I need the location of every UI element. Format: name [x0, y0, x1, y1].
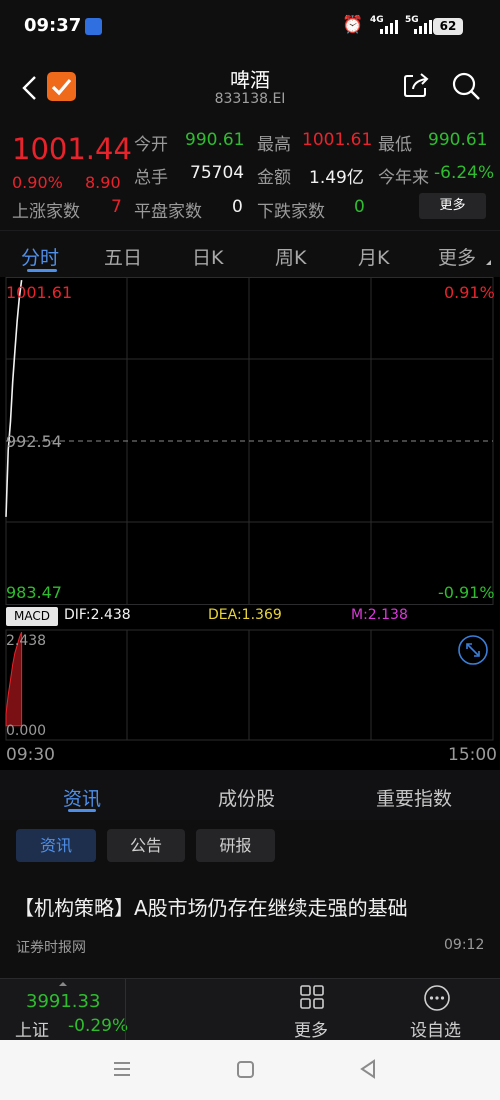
chart-grid [5, 277, 494, 741]
down-count-value: 0 [354, 197, 365, 217]
article-source: 证券时报网 [16, 940, 86, 956]
article-title[interactable]: 【机构策略】A股市场仍存在继续走强的基础 [14, 892, 408, 921]
subtab-research[interactable]: 研报 [196, 829, 275, 862]
low-label: 最低 [378, 135, 412, 155]
more-menu-label[interactable]: 更多 [294, 1016, 328, 1041]
ytd-label: 今年来 [378, 168, 429, 188]
more-dots-icon[interactable] [423, 984, 451, 1012]
more-button[interactable]: 更多 [419, 193, 486, 219]
grid-icon[interactable] [299, 984, 325, 1010]
tab-monthly-k[interactable]: 月K [358, 243, 389, 270]
tab-intraday[interactable]: 分时 [21, 243, 59, 270]
tab-active-indicator [27, 269, 57, 272]
change-percent: 0.90% [12, 173, 63, 192]
tab-news[interactable]: 资讯 [63, 784, 101, 811]
last-price: 1001.44 [12, 132, 132, 166]
intraday-chart[interactable] [0, 277, 500, 770]
open-value: 990.61 [185, 130, 245, 150]
tab-five-day[interactable]: 五日 [104, 243, 142, 270]
subtab-announcements[interactable]: 公告 [107, 829, 185, 862]
macd-indicator-badge[interactable]: MACD [6, 607, 58, 626]
system-navigation-bar [0, 1040, 500, 1100]
caret-icon [486, 260, 491, 265]
system-back-icon[interactable] [358, 1059, 378, 1079]
quote-panel: 1001.44 0.90% 8.90 今开 990.61 最高 1001.61 … [0, 125, 500, 230]
volume-label: 总手 [134, 168, 168, 188]
notification-app-icon [85, 18, 102, 35]
recent-apps-icon[interactable] [113, 1060, 131, 1078]
tab-key-indices[interactable]: 重要指数 [376, 784, 452, 811]
macd-axis-zero: 0.000 [6, 723, 47, 739]
add-watchlist-label[interactable]: 设自选 [410, 1016, 461, 1041]
tab-constituents[interactable]: 成份股 [218, 784, 275, 811]
y-axis-mid: 992.54 [6, 432, 62, 451]
signal-icon [380, 18, 398, 34]
amount-label: 金额 [257, 168, 291, 188]
share-icon[interactable] [401, 70, 431, 100]
high-label: 最高 [257, 135, 291, 155]
index-value[interactable]: 3991.33 [26, 991, 100, 1012]
search-icon[interactable] [450, 70, 482, 102]
news-panel: 资讯 公告 研报 【机构策略】A股市场仍存在继续走强的基础 证券时报网 09:1… [0, 820, 500, 978]
tab-more[interactable]: 更多 [438, 243, 476, 270]
article-time: 09:12 [444, 937, 485, 953]
bottom-bar: 3991.33 上证 -0.29% 更多 设自选 [0, 978, 500, 1041]
index-name[interactable]: 上证 [15, 1016, 49, 1041]
period-tabs: 分时 五日 日K 周K 月K 更多 [0, 230, 500, 277]
tab-weekly-k[interactable]: 周K [275, 243, 306, 270]
down-count-label: 下跌家数 [257, 202, 325, 222]
macd-dea: DEA:1.369 [208, 607, 282, 623]
up-count-value: 7 [111, 197, 122, 217]
home-icon[interactable] [237, 1061, 254, 1078]
header: 啤酒 833138.EI [0, 55, 500, 125]
high-value: 1001.61 [302, 130, 373, 150]
tab-daily-k[interactable]: 日K [192, 243, 223, 270]
news-tabs: 资讯 成份股 重要指数 [0, 770, 500, 820]
time-axis-end: 15:00 [448, 745, 497, 765]
battery-icon: 62 [433, 18, 463, 35]
low-value: 990.61 [428, 130, 488, 150]
time-axis-start: 09:30 [6, 745, 55, 765]
status-bar: 09:37 ⏰ 4G 5G 62 [0, 0, 500, 55]
up-count-label: 上涨家数 [12, 202, 80, 222]
macd-m: M:2.138 [351, 607, 408, 623]
index-change[interactable]: -0.29% [68, 1016, 128, 1036]
signal-icon-2 [414, 18, 432, 34]
change-value: 8.90 [85, 173, 121, 192]
y-axis-max: 1001.61 [6, 283, 73, 302]
macd-dif: DIF:2.438 [64, 607, 131, 623]
pct-axis-max: 0.91% [444, 283, 495, 302]
news-tab-indicator [68, 809, 96, 812]
expand-caret-icon[interactable] [59, 982, 67, 986]
open-label: 今开 [134, 135, 168, 155]
amount-value: 1.49亿 [309, 168, 364, 188]
pct-axis-min: -0.91% [438, 583, 495, 602]
flat-count-value: 0 [232, 197, 243, 217]
alarm-icon: ⏰ [342, 15, 364, 35]
flat-count-label: 平盘家数 [134, 202, 202, 222]
ytd-value: -6.24% [434, 163, 495, 183]
volume-value: 75704 [190, 163, 245, 183]
chart-reset-icon[interactable] [456, 633, 490, 667]
y-axis-min: 983.47 [6, 583, 62, 602]
macd-axis-top: 2.438 [6, 633, 47, 649]
status-time: 09:37 [24, 15, 82, 36]
subtab-news[interactable]: 资讯 [16, 829, 96, 862]
divider [125, 979, 126, 1041]
price-line [5, 279, 23, 517]
